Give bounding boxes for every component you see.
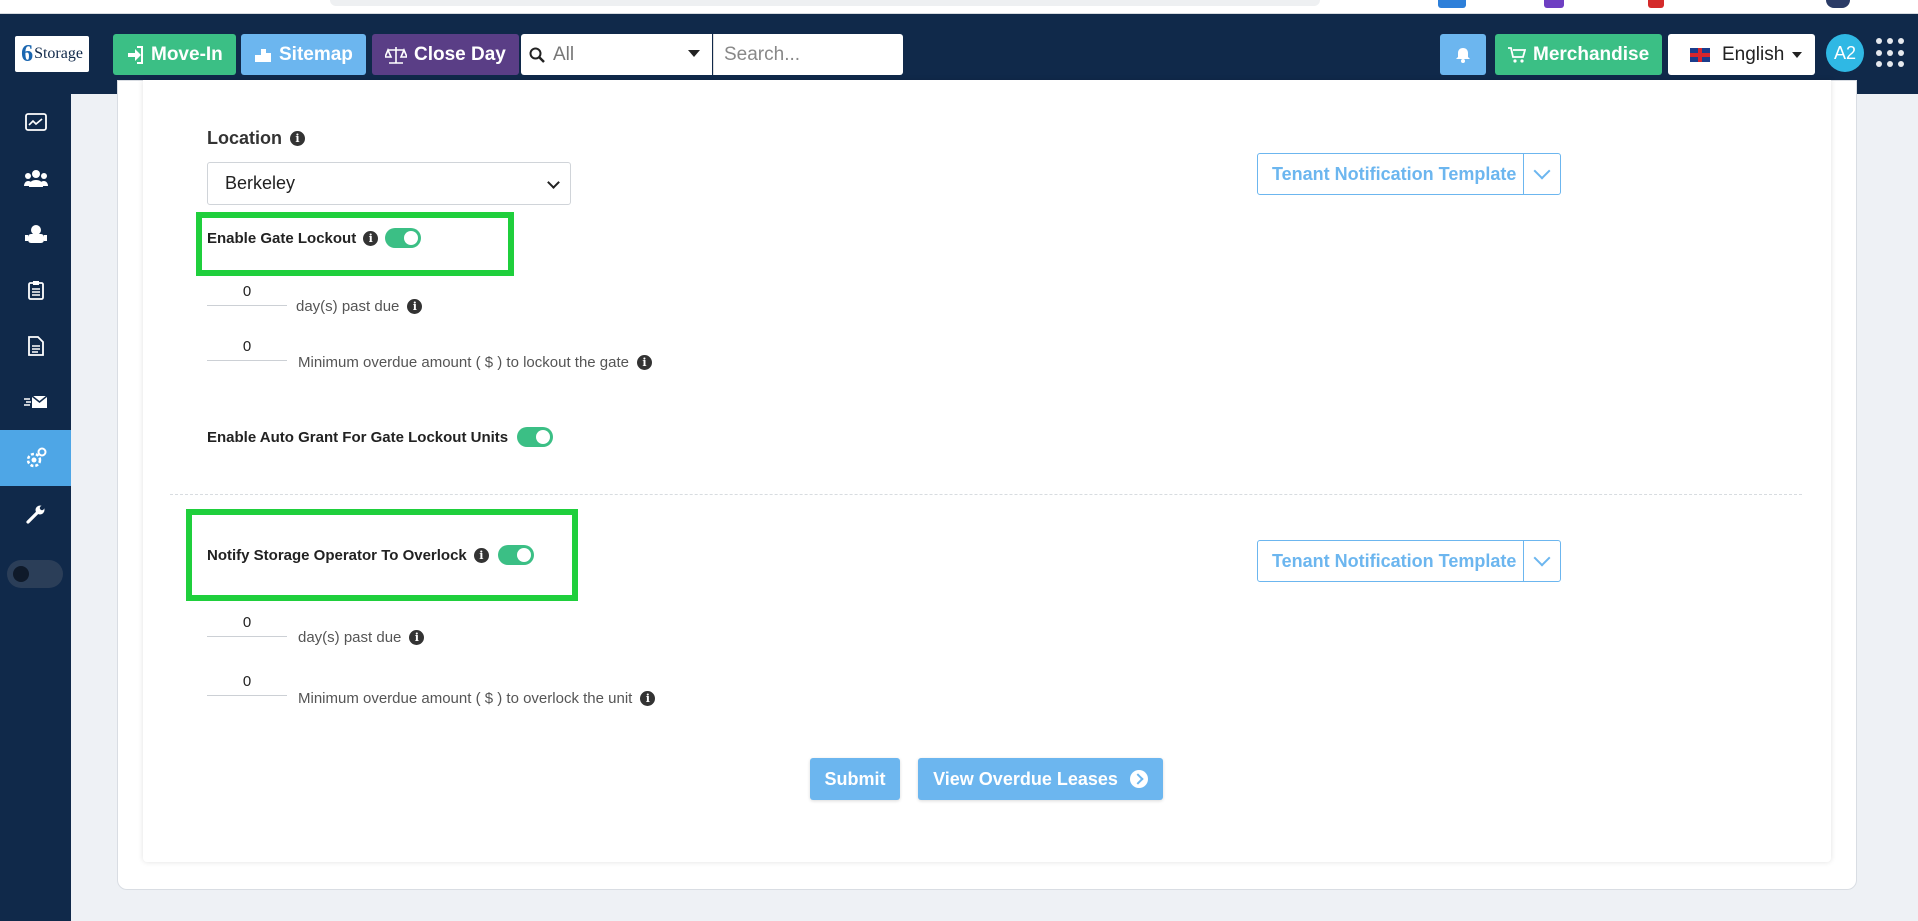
chevron-down-icon[interactable]	[1523, 154, 1560, 194]
notifications-button[interactable]	[1440, 34, 1486, 75]
overlock-days-input[interactable]	[207, 609, 287, 637]
logo-six: 6	[21, 40, 34, 67]
view-overdue-leases-button[interactable]: View Overdue Leases	[918, 758, 1163, 800]
overlock-label: Notify Storage Operator To Overlock	[207, 546, 467, 564]
info-icon[interactable]: i	[409, 630, 425, 645]
move-in-button[interactable]: Move-In	[113, 34, 236, 75]
documents-icon	[27, 336, 44, 356]
bell-icon	[1456, 47, 1470, 63]
caret-down-icon	[688, 50, 700, 57]
gate-days-input[interactable]	[207, 278, 287, 306]
gate-amount-input[interactable]	[207, 333, 287, 361]
merchandise-label: Merchandise	[1533, 43, 1650, 65]
sitemap-label: Sitemap	[279, 43, 353, 65]
logo-text: Storage	[34, 45, 83, 62]
move-in-label: Move-In	[151, 43, 223, 65]
overlock-toggle[interactable]	[497, 545, 534, 565]
extension-icon-red	[1648, 0, 1664, 8]
settings-icon	[26, 447, 46, 468]
close-day-button[interactable]: Close Day	[372, 34, 519, 75]
cart-icon	[1508, 46, 1526, 63]
sidebar-item-messages[interactable]	[0, 374, 71, 430]
sidebar-item-tools[interactable]	[0, 486, 71, 542]
sidebar-item-reports[interactable]	[0, 262, 71, 318]
wrench-icon	[25, 505, 44, 524]
app-logo[interactable]: 6 Storage	[15, 36, 89, 72]
template-label: Tenant Notification Template	[1272, 550, 1517, 571]
arrow-circle-right-icon	[1129, 770, 1148, 788]
gate-days-label: day(s) past due	[296, 298, 400, 315]
info-icon[interactable]: i	[407, 299, 423, 314]
messages-icon	[23, 395, 47, 408]
sidebar-item-documents[interactable]	[0, 318, 71, 374]
gate-days-label-row: day(s) past due i	[296, 298, 423, 315]
apps-grid-icon[interactable]	[1876, 38, 1906, 68]
tenants-icon	[23, 170, 48, 187]
overlock-amount-input[interactable]	[207, 668, 287, 696]
submit-button[interactable]: Submit	[810, 758, 900, 800]
extension-icon-purple	[1544, 0, 1564, 8]
sitemap-button[interactable]: Sitemap	[241, 34, 366, 75]
info-icon[interactable]: i	[637, 355, 652, 370]
uk-flag-icon	[1690, 47, 1710, 62]
section-divider	[170, 494, 1802, 495]
user-avatar[interactable]: A2	[1826, 34, 1864, 72]
address-bar-edge	[330, 0, 1320, 6]
info-icon[interactable]: i	[473, 547, 489, 563]
sidebar	[0, 94, 71, 921]
gate-tenant-notification-template-button[interactable]: Tenant Notification Template	[1257, 153, 1561, 195]
search-icon	[529, 47, 545, 63]
dashboard-icon	[24, 113, 47, 131]
sidebar-item-dashboard[interactable]	[0, 94, 71, 150]
language-select[interactable]: English	[1668, 34, 1815, 75]
chevron-down-icon	[547, 176, 560, 189]
overlock-amount-label-row: Minimum overdue amount ( $ ) to overlock…	[298, 690, 656, 707]
search-input[interactable]	[713, 34, 903, 75]
view-overdue-leases-label: View Overdue Leases	[933, 768, 1118, 789]
submit-label: Submit	[824, 768, 886, 789]
gate-lockout-toggle[interactable]	[385, 228, 422, 248]
chevron-down-icon[interactable]	[1523, 541, 1560, 581]
location-select[interactable]: Berkeley	[207, 162, 571, 205]
browser-strip	[0, 0, 1918, 14]
overlock-days-label: day(s) past due	[298, 629, 402, 646]
search-scope-value: All	[553, 43, 575, 65]
extension-icon-blue	[1438, 0, 1466, 8]
gate-amount-label-row: Minimum overdue amount ( $ ) to lockout …	[298, 354, 652, 371]
gate-lockout-label: Enable Gate Lockout	[207, 229, 357, 247]
search-scope-select[interactable]: All	[521, 34, 712, 75]
sign-in-icon	[128, 45, 143, 64]
auto-grant-row: Enable Auto Grant For Gate Lockout Units	[207, 427, 554, 447]
overlock-amount-label: Minimum overdue amount ( $ ) to overlock…	[298, 690, 633, 707]
browser-profile-icon	[1826, 0, 1850, 8]
sitemap-icon	[255, 48, 271, 62]
overlock-row: Notify Storage Operator To Overlock i	[207, 545, 534, 565]
info-icon[interactable]: i	[290, 131, 305, 146]
merchandise-button[interactable]: Merchandise	[1495, 34, 1663, 75]
clipboard-icon	[27, 281, 44, 300]
sidebar-item-units[interactable]	[0, 206, 71, 262]
units-icon	[24, 225, 47, 243]
overlock-days-label-row: day(s) past due i	[298, 629, 425, 646]
info-icon[interactable]: i	[363, 230, 379, 246]
caret-down-icon	[1792, 51, 1803, 58]
location-value: Berkeley	[225, 173, 296, 193]
dark-mode-toggle[interactable]	[7, 560, 63, 588]
close-day-label: Close Day	[414, 43, 506, 65]
gate-amount-label: Minimum overdue amount ( $ ) to lockout …	[298, 354, 629, 371]
language-label: English	[1722, 43, 1785, 65]
overlock-tenant-notification-template-button[interactable]: Tenant Notification Template	[1257, 540, 1561, 582]
sidebar-item-settings[interactable]	[0, 430, 71, 486]
location-label-row: Location i	[207, 128, 305, 149]
template-label: Tenant Notification Template	[1272, 163, 1517, 184]
auto-grant-toggle[interactable]	[517, 427, 554, 447]
info-icon[interactable]: i	[640, 691, 656, 706]
sidebar-item-tenants[interactable]	[0, 150, 71, 206]
auto-grant-label: Enable Auto Grant For Gate Lockout Units	[207, 428, 509, 446]
location-label: Location	[207, 128, 282, 148]
gate-lockout-row: Enable Gate Lockout i	[207, 228, 422, 248]
balance-scale-icon	[385, 46, 407, 64]
